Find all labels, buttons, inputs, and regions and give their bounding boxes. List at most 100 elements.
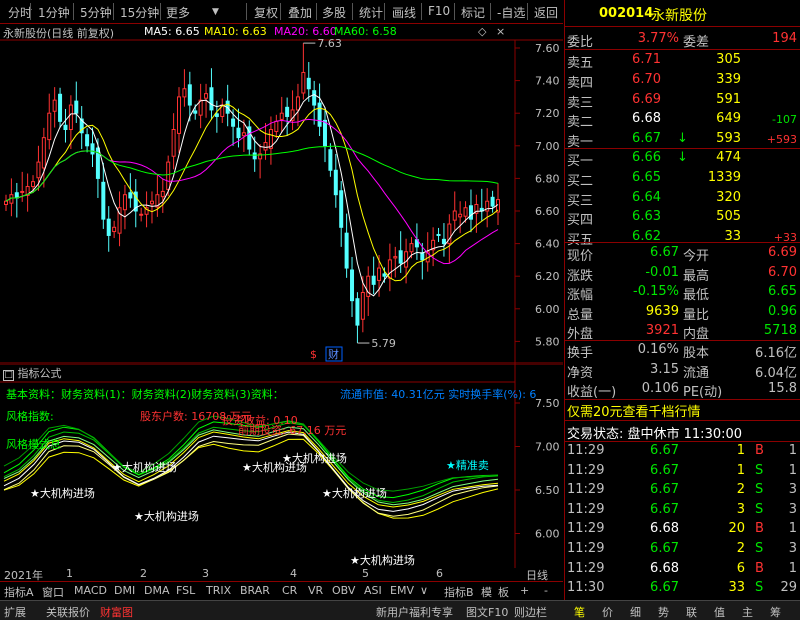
toolbar-btn-8[interactable]: 统计 bbox=[359, 4, 383, 21]
toolbar-btn-4[interactable]: 更多 bbox=[166, 4, 190, 21]
indicator-title[interactable]: □ 指标公式 bbox=[3, 365, 62, 381]
indicator-tab-12[interactable]: EMV bbox=[390, 584, 414, 597]
bid-row[interactable]: 买四 6.63 505 bbox=[565, 208, 800, 228]
bid-row[interactable]: 买一 6.66 474 ↓ bbox=[565, 149, 800, 169]
tick-row[interactable]: 11:29 6.67 1 B 1 bbox=[565, 442, 800, 461]
tick-row[interactable]: 11:29 6.67 1 S 1 bbox=[565, 462, 800, 481]
candle-body bbox=[285, 106, 290, 117]
collapse-icon[interactable]: □ bbox=[3, 370, 14, 381]
finance-mark: 财 bbox=[328, 347, 339, 361]
indicator-info-line[interactable]: 基本资料：财务资料(1)：财务资料(2)财务资料(3)资料： bbox=[6, 386, 284, 402]
indicator-tab-15[interactable]: 模 bbox=[481, 584, 492, 600]
indicator-tab-7[interactable]: BRAR bbox=[240, 584, 270, 597]
stat-row[interactable]: 现价 6.67 今开 6.69 bbox=[565, 244, 800, 264]
ask-label: 卖三 bbox=[567, 95, 594, 111]
bid-row[interactable]: 买二 6.65 1339 bbox=[565, 169, 800, 189]
side-tab-0[interactable]: 笔 bbox=[574, 604, 585, 620]
ask-row[interactable]: 卖四 6.70 339 bbox=[565, 71, 800, 91]
toolbar-btn-10[interactable]: F10 bbox=[428, 4, 450, 18]
indicator-tab-8[interactable]: CR bbox=[282, 584, 297, 597]
side-tab-7[interactable]: 筹 bbox=[770, 604, 781, 620]
ind-tick-label: 7.50 bbox=[535, 397, 560, 410]
indicator-info-line[interactable]: 前期投资: 67.16 万元 bbox=[238, 422, 346, 438]
indicator-tab-1[interactable]: 窗口 bbox=[42, 584, 64, 600]
indicator-title-label: 指标公式 bbox=[17, 367, 62, 380]
side-tab-2[interactable]: 细 bbox=[630, 604, 641, 620]
tick-price: 6.68 bbox=[650, 521, 679, 537]
indicator-tab-9[interactable]: VR bbox=[308, 584, 323, 597]
indicator-tab-14[interactable]: 指标B bbox=[444, 584, 474, 600]
indicator-chart[interactable]: 7.50 7.00 6.50 6.00 ★大机构进场 ★大机构进场 ★大机构进场 ★大机构进场… bbox=[0, 363, 563, 568]
indicator-tab-13[interactable]: ∨ bbox=[420, 584, 428, 597]
indicator-tab-4[interactable]: DMA bbox=[144, 584, 170, 597]
indicator-tab-0[interactable]: 指标A bbox=[4, 584, 34, 600]
ask-row[interactable]: 卖三 6.69 591 bbox=[565, 91, 800, 111]
toolbar-btn-9[interactable]: 画线 bbox=[392, 4, 416, 21]
stat-row[interactable]: 总量 9639 量比 0.96 bbox=[565, 303, 800, 323]
ask-price: 6.69 bbox=[632, 91, 661, 107]
toolbar-btn-2[interactable]: 5分钟 bbox=[80, 4, 112, 21]
toolbar-btn-13[interactable]: 返回 bbox=[534, 4, 558, 21]
close-icon[interactable]: × bbox=[496, 25, 505, 38]
candlestick-svg[interactable]: 7.60 7.40 7.20 7.00 6.80 6.60 6.40 6.20 6.00 5.80… bbox=[0, 24, 563, 364]
stat-label: 股本 bbox=[683, 346, 710, 361]
tick-row[interactable]: 11:29 6.67 2 S 3 bbox=[565, 481, 800, 500]
tick-row[interactable]: 11:29 6.68 6 B 1 bbox=[565, 560, 800, 579]
indicator-tab-5[interactable]: FSL bbox=[176, 584, 195, 597]
toolbar-btn-3[interactable]: 15分钟 bbox=[120, 4, 159, 21]
candle-body bbox=[36, 161, 41, 179]
tick-row[interactable]: 11:30 6.67 33 S 29 bbox=[565, 579, 800, 598]
month-mark: 3 bbox=[202, 567, 209, 580]
indicator-tab-2[interactable]: MACD bbox=[74, 584, 107, 597]
side-tab-4[interactable]: 联 bbox=[686, 604, 697, 620]
indicator-tab-6[interactable]: TRIX bbox=[206, 584, 231, 597]
stat-row[interactable]: 涨幅 -0.15% 最低 6.65 bbox=[565, 283, 800, 303]
status-mid-2[interactable]: 则边栏 bbox=[514, 604, 547, 620]
status-mid-1[interactable]: 图文F10 bbox=[466, 604, 508, 620]
diamond-icon[interactable]: ◇ bbox=[478, 25, 486, 38]
tick-volume: 2 bbox=[736, 482, 745, 498]
stat2-row[interactable]: 净资 3.15 流通 6.04亿 bbox=[565, 361, 800, 381]
trade-status-row[interactable]: 交易状态: 盘中休市 11:30:00 bbox=[565, 422, 800, 442]
indicator-tab-17[interactable]: + bbox=[520, 584, 529, 597]
candlestick-chart[interactable]: 7.60 7.40 7.20 7.00 6.80 6.60 6.40 6.20 6.00 5.80… bbox=[0, 24, 563, 364]
indicator-tab-18[interactable]: - bbox=[544, 584, 548, 597]
status-mid-0[interactable]: 新用户福利专享 bbox=[376, 604, 453, 620]
stock-header[interactable]: 002014 永新股份 bbox=[565, 0, 800, 26]
ask-row[interactable]: 卖五 6.71 305 bbox=[565, 51, 800, 71]
status-left-2[interactable]: 财富图 bbox=[100, 604, 133, 620]
indicator-tab-10[interactable]: OBV bbox=[332, 584, 355, 597]
indicator-tab-3[interactable]: DMI bbox=[114, 584, 135, 597]
toolbar-btn-1[interactable]: 1分钟 bbox=[38, 4, 70, 21]
candle-body bbox=[420, 252, 425, 261]
status-left-1[interactable]: 关联报价 bbox=[46, 604, 90, 620]
stat-row[interactable]: 涨跌 -0.01 最高 6.70 bbox=[565, 264, 800, 284]
side-tab-3[interactable]: 势 bbox=[658, 604, 669, 620]
tick-row[interactable]: 11:29 6.68 20 B 1 bbox=[565, 520, 800, 539]
bid-row[interactable]: 买三 6.64 320 bbox=[565, 189, 800, 209]
stat2-row[interactable]: 收益(一) 0.106 PE(动) 15.8 bbox=[565, 380, 800, 400]
weibi-row[interactable]: 委比 3.77% 委差 194 bbox=[565, 30, 800, 50]
indicator-tab-11[interactable]: ASI bbox=[364, 584, 382, 597]
tick-row[interactable]: 11:29 6.67 3 S 3 bbox=[565, 501, 800, 520]
tick-row[interactable]: 11:29 6.67 2 S 3 bbox=[565, 540, 800, 559]
toolbar-btn-11[interactable]: 标记 bbox=[461, 4, 485, 21]
ask-row[interactable]: 卖一 6.67 593 +593 ↓ bbox=[565, 130, 800, 150]
toolbar-btn-0[interactable]: 分时 bbox=[8, 4, 32, 21]
ask-row[interactable]: 卖二 6.68 649 -107 bbox=[565, 110, 800, 130]
ind-tick-label: 6.00 bbox=[535, 528, 560, 541]
stat-row[interactable]: 外盘 3921 内盘 5718 bbox=[565, 322, 800, 342]
more-chevron-icon[interactable]: ▼ bbox=[212, 7, 219, 17]
promo-row[interactable]: 仅需20元查看千档行情 bbox=[565, 400, 800, 420]
toolbar-btn-7[interactable]: 多股 bbox=[322, 4, 346, 21]
toolbar-btn-5[interactable]: 复权 bbox=[254, 4, 278, 21]
status-left-0[interactable]: 扩展 bbox=[4, 604, 26, 620]
toolbar-btn-6[interactable]: 叠加 bbox=[288, 4, 312, 21]
indicator-info-line[interactable]: 流通市值: 40.31亿元 实时换手率(%): 6 bbox=[340, 386, 536, 402]
indicator-tab-16[interactable]: 板 bbox=[498, 584, 509, 600]
side-tab-1[interactable]: 价 bbox=[602, 604, 613, 620]
side-tab-5[interactable]: 值 bbox=[714, 604, 725, 620]
side-tab-6[interactable]: 主 bbox=[742, 604, 753, 620]
stat2-row[interactable]: 换手 0.16% 股本 6.16亿 bbox=[565, 341, 800, 361]
toolbar-btn-12[interactable]: -自选 bbox=[497, 4, 525, 21]
